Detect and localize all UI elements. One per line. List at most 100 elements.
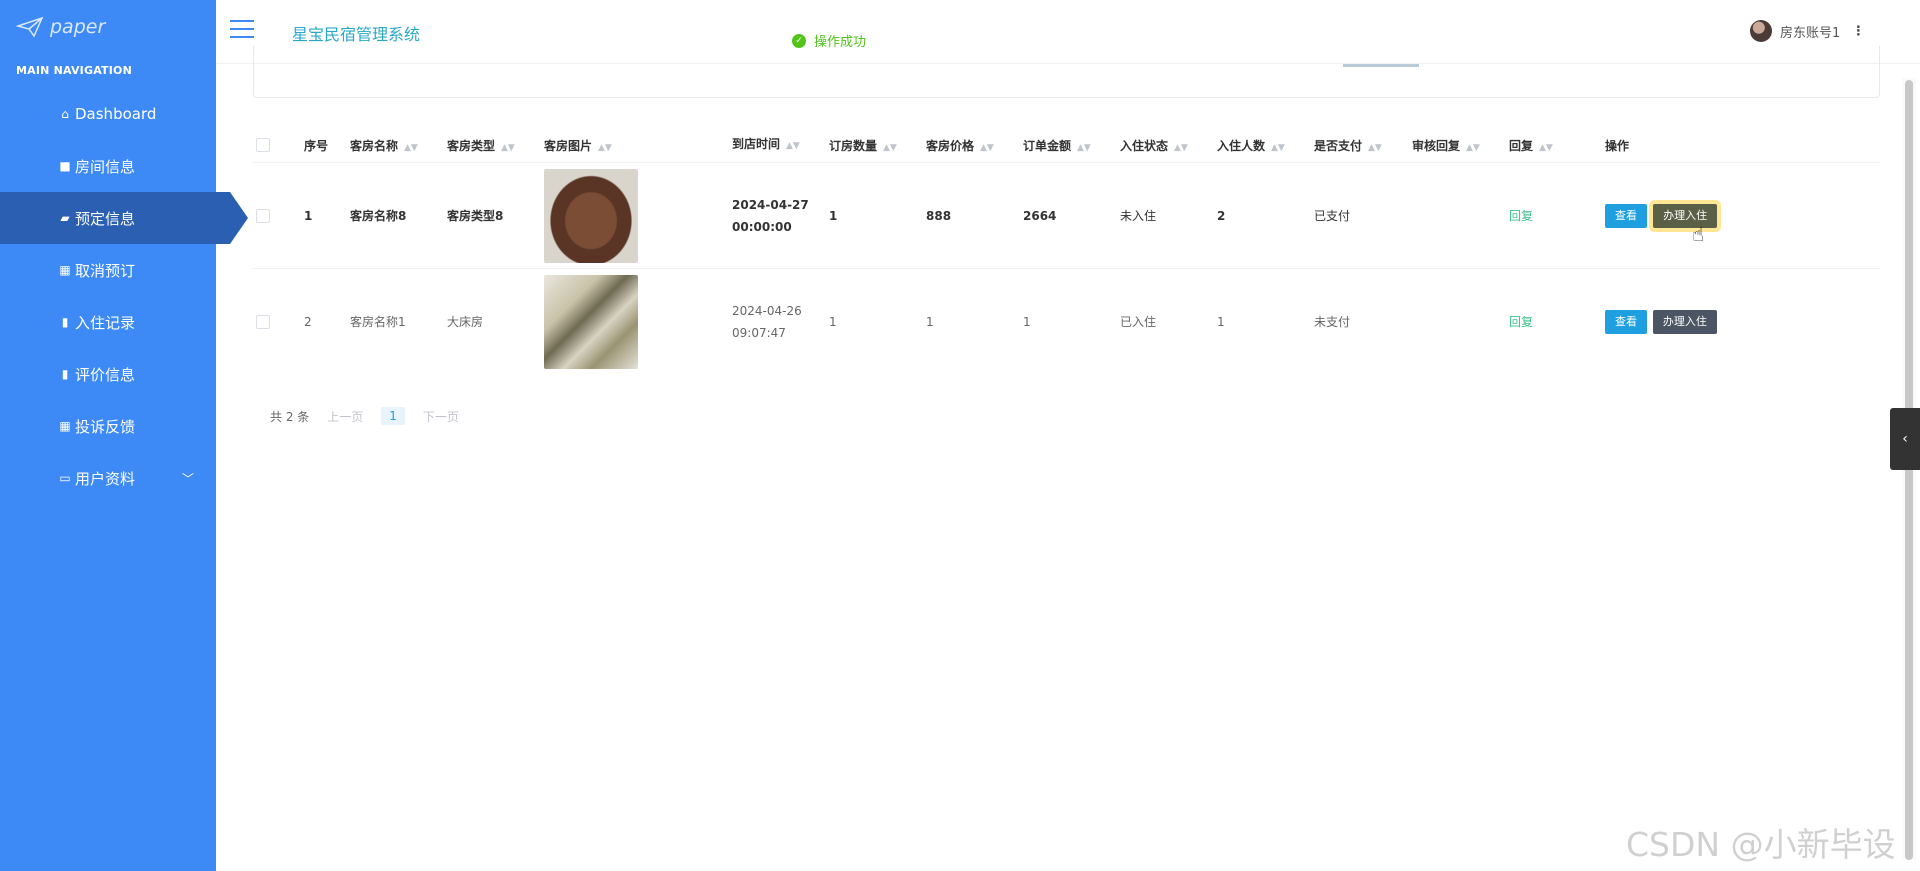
avatar	[1750, 20, 1772, 42]
sidebar-item-label: 用户资料	[75, 469, 136, 488]
header-room-name[interactable]: 客房名称 ▲▼	[348, 137, 445, 154]
cell-room-name: 客房名称8	[350, 209, 407, 223]
search-filter-panel	[253, 46, 1880, 98]
cell-room-price: 1	[926, 314, 934, 329]
sort-icon: ▲▼	[786, 141, 800, 151]
briefcase-icon: ▰	[60, 211, 70, 225]
sidebar-item-reviews[interactable]: ▮ 评价信息	[0, 348, 216, 400]
collapse-panel-tab[interactable]: ‹	[1890, 408, 1920, 470]
user-name: 房东账号1	[1780, 25, 1841, 41]
app-title: 星宝民宿管理系统	[292, 25, 421, 44]
cell-paid: 未支付	[1314, 315, 1351, 329]
cell-room-price: 888	[926, 208, 952, 223]
id-card-icon: ▭	[59, 471, 71, 485]
clipboard-icon: ▮	[61, 315, 69, 329]
sidebar-item-dashboard[interactable]: ⌂ Dashboard	[0, 88, 216, 140]
prev-page-button[interactable]: 上一页	[327, 408, 363, 425]
room-image-thumbnail[interactable]	[544, 274, 638, 369]
checkin-button[interactable]: 办理入住	[1653, 203, 1718, 228]
sidebar: paper MAIN NAVIGATION ⌂ Dashboard ■ 房间信息…	[0, 0, 248, 871]
sort-icon: ▲▼	[1466, 142, 1480, 153]
header-paid[interactable]: 是否支付 ▲▼	[1312, 137, 1410, 154]
cell-order-amount: 2664	[1023, 208, 1057, 223]
header-room-type[interactable]: 客房类型 ▲▼	[445, 137, 542, 154]
row-checkbox[interactable]	[256, 314, 270, 329]
hand-cursor-icon: ☝	[1692, 222, 1705, 246]
reply-link[interactable]: 回复	[1509, 315, 1533, 329]
cell-checkin-people: 2	[1217, 208, 1226, 223]
view-button[interactable]: 查看	[1605, 203, 1647, 228]
row-checkbox[interactable]	[256, 208, 270, 223]
sort-icon: ▲▼	[501, 142, 515, 153]
sort-icon: ▲▼	[980, 142, 994, 153]
reply-link[interactable]: 回复	[1509, 209, 1533, 223]
sort-icon: ▲▼	[1271, 142, 1285, 153]
header-room-price[interactable]: 客房价格 ▲▼	[924, 137, 1021, 154]
cell-room-name: 客房名称1	[350, 315, 406, 329]
book-icon: ▮	[61, 367, 69, 381]
cell-checkin-state: 已入住	[1120, 315, 1157, 329]
header-arrival-time[interactable]: 到店时间 ▲▼	[730, 133, 827, 157]
sort-icon: ▲▼	[1539, 142, 1553, 153]
grid-icon: ▦	[59, 263, 71, 277]
header-index: 序号	[304, 138, 329, 153]
cell-index: 1	[304, 208, 313, 223]
cell-room-type: 客房类型8	[447, 209, 504, 223]
hamburger-menu-icon[interactable]	[230, 20, 254, 38]
sort-icon: ▲▼	[404, 142, 418, 153]
sidebar-item-checkin-records[interactable]: ▮ 入住记录	[0, 296, 216, 348]
sidebar-item-label: 房间信息	[75, 157, 136, 176]
cell-arrival-time: 2024-04-27 00:00:00	[732, 197, 809, 234]
header-room-image[interactable]: 客房图片 ▲▼	[542, 137, 730, 154]
sidebar-item-user-profile[interactable]: ▭ 用户资料 ﹀	[0, 452, 216, 504]
scrollbar-thumb[interactable]	[1905, 80, 1913, 860]
user-menu[interactable]: 房东账号1 ⋮	[1750, 20, 1868, 42]
sort-icon: ▲▼	[1174, 142, 1188, 153]
cell-order-amount: 1	[1023, 314, 1031, 329]
sidebar-item-room-info[interactable]: ■ 房间信息	[0, 140, 216, 192]
logo-text: paper	[50, 16, 106, 38]
cell-paid: 已支付	[1314, 209, 1351, 223]
view-button[interactable]: 查看	[1605, 309, 1647, 334]
sidebar-item-label: 投诉反馈	[75, 417, 136, 436]
sort-icon: ▲▼	[1077, 142, 1091, 153]
cell-index: 2	[304, 314, 312, 329]
header-order-amount[interactable]: 订单金额 ▲▼	[1021, 137, 1118, 154]
home-icon: ⌂	[61, 107, 69, 121]
more-vertical-icon[interactable]: ⋮	[1848, 24, 1868, 39]
table-row: 1 客房名称8 客房类型8 2024-04-27 00:00:00 1 888 …	[252, 162, 1880, 268]
room-image-thumbnail[interactable]	[544, 168, 638, 263]
header-audit-reply[interactable]: 审核回复 ▲▼	[1410, 137, 1507, 154]
select-all-checkbox[interactable]	[256, 138, 270, 152]
header-actions: 操作	[1605, 138, 1630, 153]
cell-room-qty: 1	[829, 208, 838, 223]
sidebar-item-label: Dashboard	[75, 105, 157, 123]
sidebar-item-complaints[interactable]: ▦ 投诉反馈	[0, 400, 216, 452]
sidebar-item-label: 评价信息	[75, 365, 136, 384]
booking-table: 序号 客房名称 ▲▼ 客房类型 ▲▼ 客房图片 ▲▼ 到店时间 ▲▼ 订房数量 ▲▼ 客房…	[252, 128, 1880, 374]
page-number-button[interactable]: 1	[381, 407, 405, 425]
sidebar-item-booking-info[interactable]: ▰ 预定信息	[0, 192, 248, 244]
sidebar-item-label: 预定信息	[75, 209, 136, 228]
sidebar-item-label: 入住记录	[75, 313, 136, 332]
sort-icon: ▲▼	[598, 142, 612, 153]
paper-plane-icon	[16, 16, 44, 38]
sidebar-item-cancel-booking[interactable]: ▦ 取消预订	[0, 244, 216, 296]
header-checkin-state[interactable]: 入住状态 ▲▼	[1118, 137, 1215, 154]
sort-icon: ▲▼	[1368, 142, 1382, 153]
logo[interactable]: paper	[16, 12, 105, 42]
cell-arrival-time: 2024-04-26 09:07:47	[732, 303, 802, 340]
nav-heading: MAIN NAVIGATION	[16, 64, 133, 77]
pagination-total: 共 2 条	[270, 409, 310, 424]
pagination: 共 2 条 上一页 1 下一页	[270, 407, 459, 425]
chevron-down-icon: ﹀	[182, 472, 195, 486]
header-reply[interactable]: 回复 ▲▼	[1507, 137, 1603, 154]
filter-tab-indicator	[1343, 64, 1419, 67]
checkin-button[interactable]: 办理入住	[1652, 309, 1717, 334]
monitor-icon: ■	[59, 159, 71, 173]
table-row: 2 客房名称1 大床房 2024-04-26 09:07:47 1 1 1 已入…	[252, 268, 1880, 374]
header-checkin-people[interactable]: 入住人数 ▲▼	[1215, 137, 1312, 154]
next-page-button[interactable]: 下一页	[423, 408, 459, 425]
header-room-qty[interactable]: 订房数量 ▲▼	[827, 137, 924, 154]
cell-checkin-people: 1	[1217, 314, 1225, 329]
